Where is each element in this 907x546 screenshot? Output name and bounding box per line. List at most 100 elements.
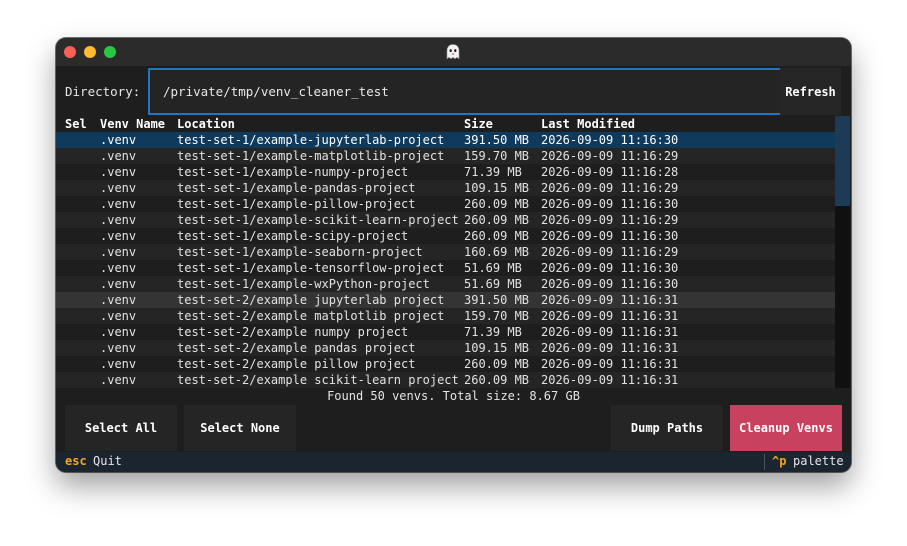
row-location: test-set-1/example-seaborn-project: [177, 245, 423, 259]
directory-label: Directory:: [65, 84, 141, 99]
row-last-modified: 2026-09-09 11:16:31: [541, 325, 679, 339]
footer-divider: [764, 454, 765, 470]
header-venv-name[interactable]: Venv Name: [100, 116, 165, 132]
table-row[interactable]: .venv test-set-2/example scikit-learn pro…: [56, 372, 835, 388]
row-size: 391.50 MB: [464, 293, 530, 307]
table-row[interactable]: .venv test-set-1/example-numpy-project 71.…: [56, 164, 835, 180]
row-last-modified: 2026-09-09 11:16:30: [541, 277, 679, 291]
row-venv-name: .venv: [100, 245, 137, 259]
table-row[interactable]: .venv test-set-1/example-matplotlib-proje…: [56, 148, 835, 164]
row-last-modified: 2026-09-09 11:16:31: [541, 309, 679, 323]
row-size: 51.69 MB: [464, 261, 522, 275]
table-row[interactable]: .venv test-set-2/example pillow project 26…: [56, 356, 835, 372]
header-last-modified[interactable]: Last Modified: [541, 116, 635, 132]
table-scrollbar[interactable]: [835, 116, 850, 388]
scrollbar-thumb[interactable]: [835, 116, 850, 206]
table-row[interactable]: .venv test-set-2/example numpy project 71.…: [56, 324, 835, 340]
ghost-icon: [446, 44, 460, 60]
row-location: test-set-2/example matplotlib project: [177, 309, 445, 323]
row-size: 159.70 MB: [464, 309, 530, 323]
refresh-button[interactable]: Refresh: [780, 68, 841, 115]
row-venv-name: .venv: [100, 341, 137, 355]
summary-text: Found 50 venvs. Total size: 8.67 GB: [327, 389, 580, 403]
row-location: test-set-1/example-pillow-project: [177, 197, 416, 211]
row-last-modified: 2026-09-09 11:16:29: [541, 149, 679, 163]
row-venv-name: .venv: [100, 197, 137, 211]
row-last-modified: 2026-09-09 11:16:31: [541, 373, 679, 387]
row-location: test-set-1/example-scikit-learn-project: [177, 213, 459, 227]
select-all-button[interactable]: Select All: [65, 405, 177, 451]
select-none-button[interactable]: Select None: [184, 405, 296, 451]
row-venv-name: .venv: [100, 149, 137, 163]
row-venv-name: .venv: [100, 325, 137, 339]
row-size: 109.15 MB: [464, 341, 530, 355]
palette-key[interactable]: ^p: [772, 452, 786, 470]
row-location: test-set-1/example-matplotlib-project: [177, 149, 445, 163]
row-last-modified: 2026-09-09 11:16:30: [541, 133, 679, 147]
row-size: 260.09 MB: [464, 197, 530, 211]
table-row[interactable]: .venv test-set-1/example-scikit-learn-pro…: [56, 212, 835, 228]
row-last-modified: 2026-09-09 11:16:29: [541, 181, 679, 195]
row-location: test-set-2/example numpy project: [177, 325, 409, 339]
minimize-window-button[interactable]: [84, 46, 96, 58]
row-size: 159.70 MB: [464, 149, 530, 163]
table-row[interactable]: .venv test-set-1/example-pillow-project 26…: [56, 196, 835, 212]
row-size: 51.69 MB: [464, 277, 522, 291]
table-row[interactable]: .venv test-set-1/example-scipy-project 260…: [56, 228, 835, 244]
header-size[interactable]: Size: [464, 116, 493, 132]
table-row[interactable]: .venv test-set-1/example-wxPython-project…: [56, 276, 835, 292]
row-size: 391.50 MB: [464, 133, 530, 147]
row-venv-name: .venv: [100, 357, 137, 371]
row-last-modified: 2026-09-09 11:16:28: [541, 165, 679, 179]
table-row[interactable]: .venv test-set-1/example-tensorflow-proje…: [56, 260, 835, 276]
cleanup-venvs-button[interactable]: Cleanup Venvs: [730, 405, 842, 451]
row-venv-name: .venv: [100, 261, 137, 275]
table-row[interactable]: .venv test-set-1/example-pandas-project 10…: [56, 180, 835, 196]
row-location: test-set-2/example jupyterlab project: [177, 293, 445, 307]
row-size: 71.39 MB: [464, 325, 522, 339]
palette-label[interactable]: palette: [793, 452, 844, 470]
quit-key[interactable]: esc: [65, 452, 87, 470]
header-sel[interactable]: Sel: [65, 116, 87, 132]
row-venv-name: .venv: [100, 181, 137, 195]
zoom-window-button[interactable]: [104, 46, 116, 58]
row-location: test-set-1/example-scipy-project: [177, 229, 409, 243]
row-last-modified: 2026-09-09 11:16:31: [541, 293, 679, 307]
header-location[interactable]: Location: [177, 116, 235, 132]
table-row[interactable]: .venv test-set-2/example jupyterlab proje…: [56, 292, 835, 308]
table-row[interactable]: .venv test-set-1/example-jupyterlab-proje…: [56, 132, 835, 148]
table-row[interactable]: .venv test-set-2/example matplotlib proje…: [56, 308, 835, 324]
row-location: test-set-1/example-wxPython-project: [177, 277, 430, 291]
quit-label[interactable]: Quit: [93, 452, 122, 470]
row-size: 260.09 MB: [464, 229, 530, 243]
dump-paths-button[interactable]: Dump Paths: [611, 405, 723, 451]
row-venv-name: .venv: [100, 165, 137, 179]
row-size: 160.69 MB: [464, 245, 530, 259]
row-location: test-set-1/example-numpy-project: [177, 165, 409, 179]
row-last-modified: 2026-09-09 11:16:29: [541, 245, 679, 259]
row-venv-name: .venv: [100, 277, 137, 291]
directory-input[interactable]: [148, 68, 786, 115]
row-last-modified: 2026-09-09 11:16:30: [541, 197, 679, 211]
table-row[interactable]: .venv test-set-2/example pandas project 10…: [56, 340, 835, 356]
row-venv-name: .venv: [100, 133, 137, 147]
row-size: 260.09 MB: [464, 213, 530, 227]
row-location: test-set-2/example pandas project: [177, 341, 416, 355]
row-venv-name: .venv: [100, 309, 137, 323]
row-last-modified: 2026-09-09 11:16:31: [541, 341, 679, 355]
footer-bar: esc Quit ^p palette: [56, 452, 851, 472]
row-venv-name: .venv: [100, 293, 137, 307]
row-location: test-set-1/example-tensorflow-project: [177, 261, 445, 275]
row-last-modified: 2026-09-09 11:16:30: [541, 229, 679, 243]
table-header: Sel Venv Name Location Size Last Modifie…: [56, 116, 835, 132]
row-last-modified: 2026-09-09 11:16:29: [541, 213, 679, 227]
row-size: 260.09 MB: [464, 373, 530, 387]
title-bar: [56, 38, 851, 66]
row-venv-name: .venv: [100, 229, 137, 243]
row-size: 109.15 MB: [464, 181, 530, 195]
close-window-button[interactable]: [64, 46, 76, 58]
table-row[interactable]: .venv test-set-1/example-seaborn-project 1…: [56, 244, 835, 260]
row-last-modified: 2026-09-09 11:16:30: [541, 261, 679, 275]
row-location: test-set-2/example scikit-learn project: [177, 373, 459, 387]
venv-table[interactable]: Sel Venv Name Location Size Last Modifie…: [56, 116, 835, 388]
